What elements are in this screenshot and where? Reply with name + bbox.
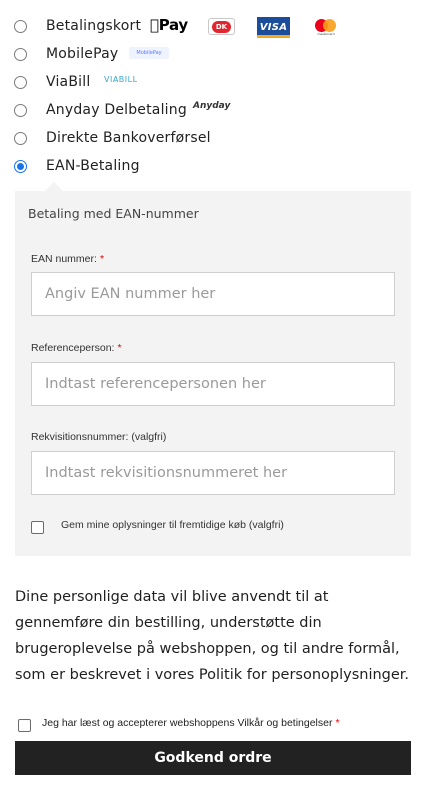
ean-number-input[interactable]	[32, 273, 394, 315]
requisition-number-input[interactable]	[32, 452, 394, 494]
required-asterisk: *	[335, 717, 340, 729]
apple-pay-icon: Pay	[150, 16, 188, 34]
mobilepay-icon: MobilePay	[129, 47, 169, 59]
required-asterisk: *	[117, 342, 122, 354]
privacy-notice: Dine personlige data vil blive anvendt t…	[15, 589, 410, 683]
payment-method-label[interactable]: Betalingskort	[46, 18, 141, 34]
ean-payment-panel: Betaling med EAN-nummer EAN nummer:* Ref…	[15, 191, 411, 556]
save-info-label[interactable]: Gem mine oplysninger til fremtidige køb …	[61, 519, 284, 531]
terms-row[interactable]: Jeg har læst og accepterer webshoppens V…	[18, 716, 418, 734]
requisition-number-label: Rekvisitionsnummer: (valgfri)	[31, 431, 166, 443]
ean-number-label: EAN nummer: *	[31, 253, 104, 265]
payment-method-mobilepay[interactable]: MobilePay MobilePay	[0, 44, 427, 72]
radio-betalingskort[interactable]	[14, 20, 27, 33]
payment-method-label[interactable]: Direkte Bankoverførsel	[46, 130, 211, 146]
panel-pointer	[45, 182, 63, 191]
reference-person-input[interactable]	[32, 363, 394, 405]
mastercard-icon: mastercard	[314, 18, 338, 36]
save-info-checkbox[interactable]	[31, 521, 44, 534]
payment-method-viabill[interactable]: ViaBill VIABILL	[0, 72, 427, 100]
visa-icon: VISA	[257, 17, 290, 38]
radio-viabill[interactable]	[14, 76, 27, 89]
payment-method-betalingskort[interactable]: Betalingskort Pay DK VISA mastercard	[0, 16, 427, 44]
ean-panel-title: Betaling med EAN-nummer	[28, 206, 199, 221]
approve-order-button[interactable]: Godkend ordre	[15, 741, 411, 775]
dankort-icon: DK	[208, 18, 235, 35]
anyday-icon: Anyday	[193, 101, 231, 111]
payment-method-anyday[interactable]: Anyday Delbetaling Anyday	[0, 100, 427, 128]
field-label-text: Rekvisitionsnummer: (valgfri)	[31, 431, 167, 443]
required-asterisk: *	[99, 253, 105, 265]
ean-number-field-wrapper	[31, 272, 395, 316]
save-info-row[interactable]: Gem mine oplysninger til fremtidige køb …	[31, 518, 391, 538]
radio-bankoverforsel[interactable]	[14, 132, 27, 145]
payment-method-label[interactable]: ViaBill	[46, 74, 90, 90]
terms-label-text: Jeg har læst og accepterer webshoppens V…	[42, 717, 333, 729]
radio-anyday[interactable]	[14, 104, 27, 117]
mastercard-text: mastercard	[317, 32, 335, 36]
reference-person-label: Referenceperson: *	[31, 342, 122, 354]
radio-ean[interactable]	[14, 160, 27, 173]
radio-mobilepay[interactable]	[14, 48, 27, 61]
terms-label[interactable]: Jeg har læst og accepterer webshoppens V…	[42, 717, 340, 729]
payment-method-label[interactable]: Anyday Delbetaling	[46, 102, 187, 118]
payment-method-label[interactable]: EAN-Betaling	[46, 158, 140, 174]
field-label-text: EAN nummer:	[31, 253, 97, 265]
reference-person-field-wrapper	[31, 362, 395, 406]
payment-method-bankoverforsel[interactable]: Direkte Bankoverførsel	[0, 128, 427, 156]
payment-method-label[interactable]: MobilePay	[46, 46, 118, 62]
field-label-text: Referenceperson:	[31, 342, 115, 354]
requisition-number-field-wrapper	[31, 451, 395, 495]
terms-checkbox[interactable]	[18, 719, 31, 732]
viabill-icon: VIABILL	[104, 75, 138, 84]
dankort-text: DK	[212, 20, 231, 33]
payment-method-ean[interactable]: EAN-Betaling	[0, 156, 427, 184]
